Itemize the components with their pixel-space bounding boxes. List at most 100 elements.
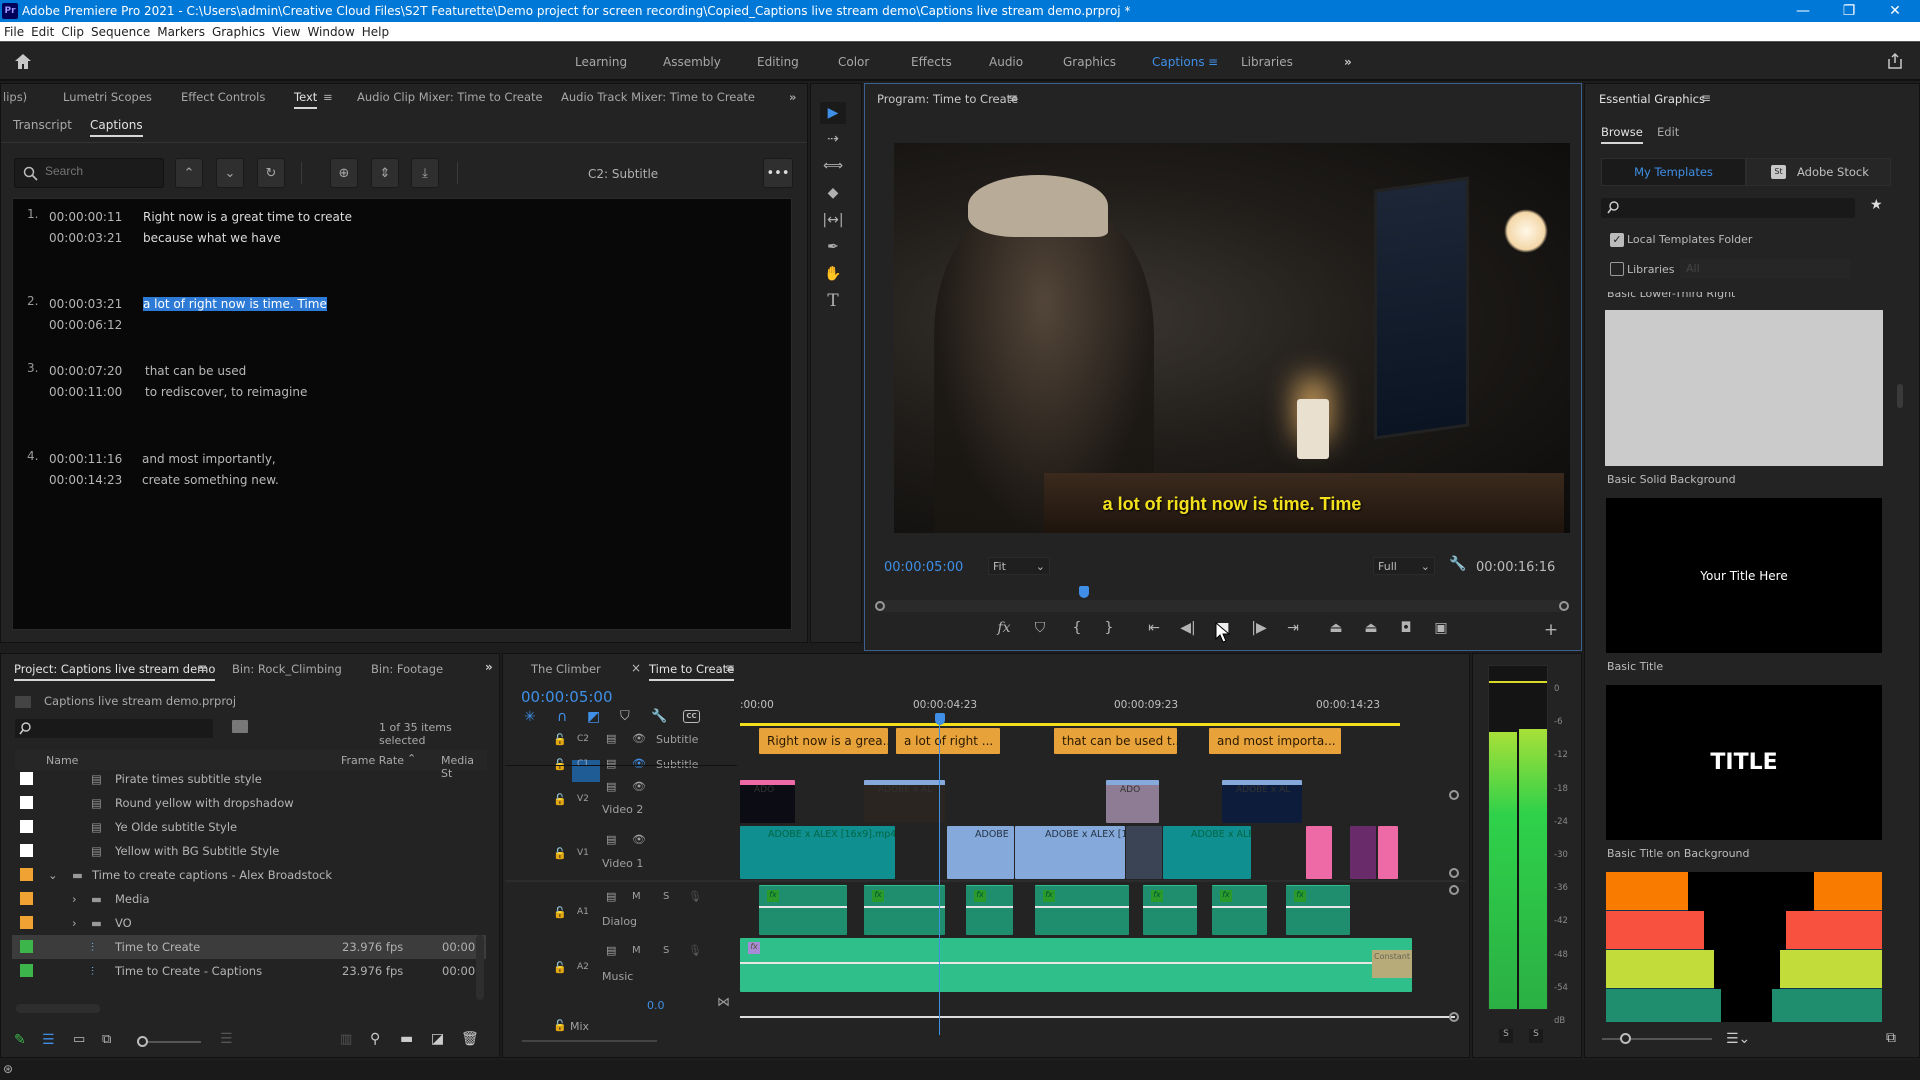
tab-bin-rock-climbing[interactable]: Bin: Rock_Climbing — [232, 662, 342, 676]
workspace-captions[interactable]: Captions — [1152, 55, 1205, 69]
track-id[interactable]: V2 — [577, 794, 589, 804]
workspace-assembly[interactable]: Assembly — [663, 55, 721, 69]
step-forward-button[interactable]: |▶ — [1248, 620, 1270, 636]
previous-result-button[interactable]: ⌃ — [175, 158, 203, 188]
step-back-button[interactable]: ◀| — [1177, 620, 1199, 636]
razor-tool[interactable]: ◆ — [820, 182, 846, 204]
caption-clip[interactable]: and most importa... — [1209, 728, 1341, 754]
volume-rubber-band[interactable] — [759, 906, 847, 908]
project-item-row[interactable]: ▤ Pirate times subtitle style — [12, 767, 486, 791]
favorites-star-icon[interactable]: ★ — [1870, 197, 1883, 213]
caption-in-time[interactable]: 00:00:11:16 — [49, 449, 122, 470]
export-frame-camera-icon[interactable]: ◘ — [1395, 620, 1417, 636]
video-clip[interactable]: ADO — [1106, 780, 1159, 823]
panel-menu-icon[interactable]: ≡ — [725, 661, 735, 675]
workspace-libraries[interactable]: Libraries — [1241, 55, 1293, 69]
local-templates-checkbox[interactable]: ✓ — [1610, 233, 1624, 247]
subtab-transcript[interactable]: Transcript — [13, 118, 72, 132]
libraries-checkbox[interactable] — [1610, 262, 1624, 276]
caption-out-time[interactable]: 00:00:03:21 — [49, 228, 122, 249]
tab-project[interactable]: Project: Captions live stream demo — [14, 662, 216, 681]
panel-menu-icon[interactable]: ≡ — [1008, 91, 1018, 105]
project-item-row[interactable]: ⌄ ▬ Time to create captions - Alex Broadst… — [12, 863, 486, 887]
label-color-swatch[interactable] — [20, 916, 33, 929]
new-item-icon[interactable]: ◪ — [431, 1031, 444, 1047]
button-editor-add-button[interactable]: + — [1540, 620, 1562, 640]
video-clip[interactable] — [1306, 826, 1332, 879]
panel-menu-icon[interactable]: ≡ — [1701, 91, 1711, 105]
project-horizontal-scrollbar[interactable] — [16, 1004, 100, 1013]
label-color-swatch[interactable] — [20, 820, 33, 833]
workspace-effects[interactable]: Effects — [911, 55, 952, 69]
track-height-handle[interactable] — [1449, 1012, 1459, 1022]
go-to-in-button[interactable]: ⇤ — [1143, 620, 1165, 636]
snap-magnet-icon[interactable]: ∩ — [557, 709, 567, 725]
selection-tool[interactable]: ▶ — [820, 102, 846, 124]
dialog-audio-clip[interactable]: fx — [966, 885, 1013, 935]
track-height-handle[interactable] — [1449, 885, 1459, 895]
writable-pencil-icon[interactable]: ✎ — [14, 1032, 26, 1048]
mute-button[interactable]: M — [632, 945, 641, 956]
label-color-swatch[interactable] — [20, 964, 33, 977]
timeline-timecode[interactable]: 00:00:05:00 — [521, 688, 613, 706]
icon-view-icon[interactable]: ▭ — [73, 1032, 85, 1047]
sort-ascending-icon[interactable]: ⌃ — [407, 752, 416, 765]
templates-scrollbar[interactable] — [1897, 384, 1903, 408]
project-item-row[interactable]: ⫶ Time to Create - Captions 23.976 fps 00:0… — [12, 959, 486, 983]
template-thumbnail-title-on-background[interactable]: TITLE — [1606, 685, 1882, 840]
workspace-overflow-button[interactable]: » — [1344, 55, 1352, 69]
menu-markers[interactable]: Markers — [157, 25, 205, 39]
chevron-down-icon[interactable]: ⌄ — [48, 868, 58, 882]
menu-sequence[interactable]: Sequence — [91, 25, 150, 39]
panel-overflow-button[interactable]: » — [485, 660, 493, 674]
chevron-right-icon[interactable]: › — [72, 892, 77, 906]
caption-search-input[interactable] — [45, 164, 155, 178]
project-search-field[interactable] — [15, 719, 213, 738]
menu-graphics[interactable]: Graphics — [212, 25, 265, 39]
libraries-dropdown[interactable]: All — [1680, 259, 1850, 279]
track-id[interactable]: V1 — [577, 848, 589, 858]
sync-lock-icon[interactable]: ▤ — [606, 780, 616, 793]
column-frame-rate[interactable]: Frame Rate — [341, 754, 404, 767]
mark-in-button[interactable]: { — [1066, 620, 1088, 636]
lift-button[interactable]: ⏏ — [1325, 620, 1347, 636]
menu-view[interactable]: View — [272, 25, 300, 39]
program-scrubber[interactable] — [875, 586, 1569, 612]
timeline-playhead-line[interactable] — [939, 720, 940, 1035]
project-item-row[interactable]: ▤ Ye Olde subtitle Style — [12, 815, 486, 839]
volume-rubber-band[interactable] — [1286, 906, 1350, 908]
text-tab-menu-icon[interactable]: ≡ — [323, 90, 333, 104]
sync-lock-icon[interactable]: ▤ — [606, 732, 616, 745]
label-color-swatch[interactable] — [20, 796, 33, 809]
add-marker-button[interactable]: ⛉ — [1029, 620, 1051, 636]
extract-button[interactable]: ⏏ — [1360, 620, 1382, 636]
restore-button[interactable]: ❐ — [1826, 0, 1872, 22]
template-thumbnail-solid-background[interactable] — [1605, 310, 1883, 466]
template-search-field[interactable] — [1601, 198, 1855, 218]
comparison-view-button[interactable]: ▣ — [1430, 620, 1452, 636]
subtab-captions[interactable]: Captions — [90, 118, 143, 137]
find-icon[interactable]: ⚲ — [370, 1031, 380, 1047]
track-lock-icon[interactable]: 🔓 — [553, 906, 567, 919]
tab-clips[interactable]: lips) — [3, 90, 27, 104]
project-item-row[interactable]: ⫶ Time to Create 23.976 fps 00:00: — [12, 935, 486, 959]
zoom-level-dropdown[interactable]: Fit ⌄ — [988, 557, 1050, 575]
music-audio-clip[interactable]: fx Constant — [740, 938, 1412, 992]
caption-in-time[interactable]: 00:00:07:20 — [49, 361, 122, 382]
caption-clip[interactable]: Right now is a grea... — [759, 728, 888, 754]
eye-icon[interactable]: 👁 — [632, 780, 646, 793]
workspace-graphics[interactable]: Graphics — [1063, 55, 1116, 69]
dialog-audio-clip[interactable]: fx — [1035, 885, 1129, 935]
volume-rubber-band[interactable] — [1143, 906, 1197, 908]
caption-text-line[interactable]: and most importantly, — [142, 449, 276, 470]
solo-left-button[interactable]: S — [1499, 1029, 1513, 1043]
dialog-audio-clip[interactable]: fx — [1143, 885, 1197, 935]
tab-browse[interactable]: Browse — [1601, 125, 1643, 144]
sync-lock-icon[interactable]: ▤ — [606, 757, 616, 770]
track-lock-icon[interactable]: 🔓 — [553, 793, 567, 806]
go-to-sequence-end-icon[interactable]: ⋈ — [717, 995, 730, 1010]
eye-hidden-icon[interactable]: 👁 — [632, 757, 646, 770]
tab-edit[interactable]: Edit — [1657, 125, 1679, 139]
caption-text-line[interactable]: because what we have — [143, 228, 281, 249]
resolution-dropdown[interactable]: Full ⌄ — [1373, 557, 1435, 575]
